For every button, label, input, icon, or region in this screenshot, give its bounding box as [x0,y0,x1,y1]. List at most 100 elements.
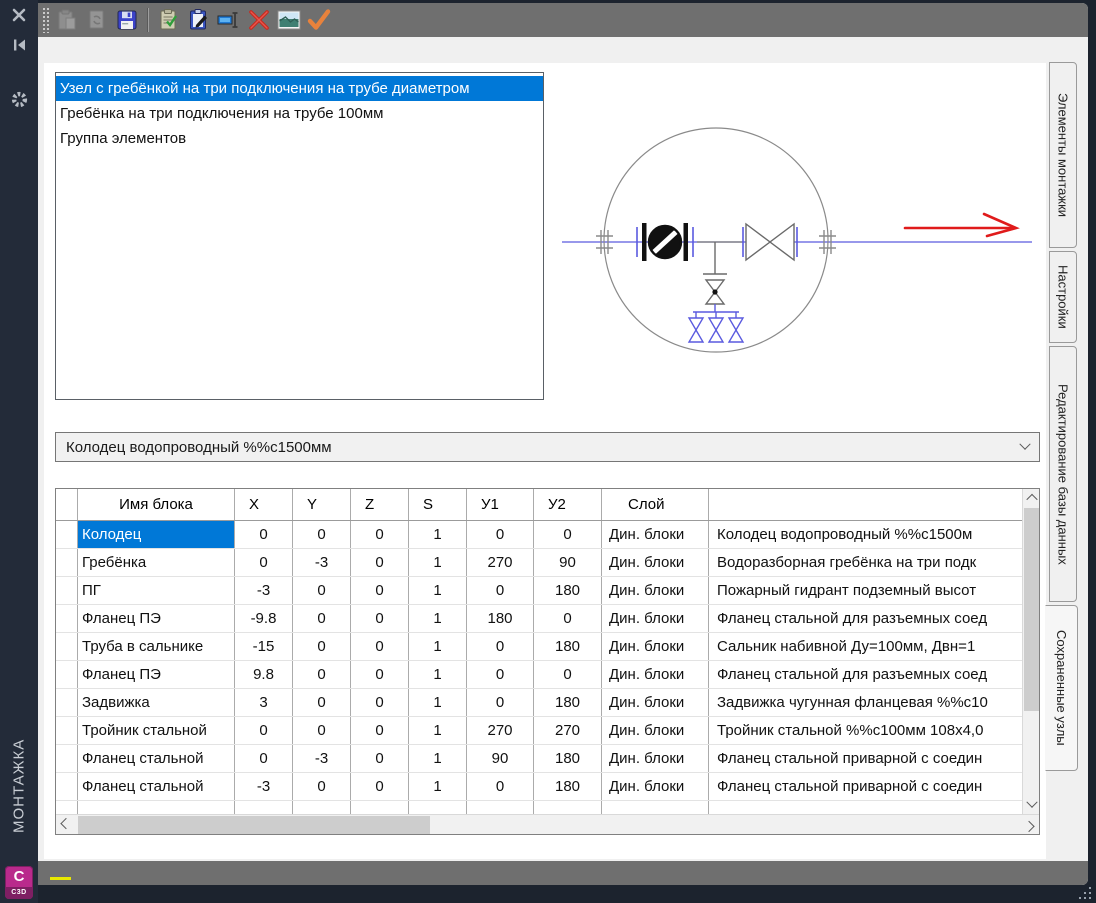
table-cell[interactable]: Дин. блоки [602,549,709,576]
table-cell[interactable]: 0 [467,577,534,604]
table-cell[interactable]: 0 [351,745,409,772]
table-cell[interactable]: 180 [534,745,602,772]
edit-table-button[interactable] [185,6,213,34]
rename-button[interactable] [215,6,243,34]
table-cell[interactable]: -3 [293,549,351,576]
resize-grip[interactable] [1077,885,1091,899]
table-horizontal-scrollbar[interactable] [56,814,1039,834]
table-cell[interactable]: 1 [409,577,467,604]
tab-1[interactable]: Элементы монтажки [1049,62,1077,248]
table-cell[interactable]: 1 [409,549,467,576]
toolbar-grip[interactable] [42,7,49,33]
table-cell[interactable]: 0 [235,745,293,772]
table-cell[interactable]: Дин. блоки [602,661,709,688]
table-cell[interactable]: -3 [235,773,293,800]
header-name[interactable]: Имя блока [78,489,235,520]
table-cell[interactable]: Пожарный гидрант подземный высот [709,577,1022,604]
table-cell[interactable]: 180 [467,605,534,632]
table-cell[interactable]: 0 [534,661,602,688]
table-cell[interactable]: 1 [409,521,467,548]
table-cell[interactable]: 1 [409,661,467,688]
table-cell[interactable]: 0 [467,689,534,716]
table-vertical-scrollbar[interactable] [1022,489,1039,814]
table-cell[interactable]: Фланец стальной для разъемных соед [709,605,1022,632]
table-cell[interactable]: Фланец стальной [78,745,235,772]
table-cell[interactable]: 9.8 [235,661,293,688]
table-cell[interactable]: 0 [351,661,409,688]
scroll-down-button[interactable] [1023,796,1040,814]
header-u1[interactable]: У1 [467,489,534,520]
scroll-right-button[interactable] [1019,815,1039,835]
image-button[interactable] [275,6,303,34]
replace-button[interactable] [83,6,111,34]
table-cell[interactable]: Труба в сальнике [78,633,235,660]
table-cell[interactable]: Дин. блоки [602,633,709,660]
table-cell[interactable]: Задвижка чугунная фланцевая %%с10 [709,689,1022,716]
table-cell[interactable]: 0 [351,633,409,660]
table-cell[interactable]: 0 [351,605,409,632]
table-cell[interactable]: 0 [293,633,351,660]
table-cell[interactable]: Дин. блоки [602,689,709,716]
row-selector[interactable] [56,689,78,716]
table-cell[interactable]: 0 [351,689,409,716]
header-desc[interactable] [709,489,1022,520]
table-cell[interactable]: Фланец ПЭ [78,661,235,688]
header-z[interactable]: Z [351,489,409,520]
table-cell[interactable]: Дин. блоки [602,773,709,800]
table-cell[interactable]: 180 [534,633,602,660]
apply-button[interactable] [305,6,333,34]
header-y[interactable]: Y [293,489,351,520]
block-dropdown[interactable]: Колодец водопроводный %%с1500мм [55,432,1040,462]
table-cell[interactable]: Дин. блоки [602,717,709,744]
table-cell[interactable]: Фланец стальной приварной с соедин [709,745,1022,772]
table-cell[interactable]: Дин. блоки [602,605,709,632]
table-cell[interactable]: Фланец стальной приварной с соедин [709,773,1022,800]
table-cell[interactable]: 0 [467,521,534,548]
table-cell[interactable]: 0 [534,605,602,632]
save-button[interactable] [113,6,141,34]
table-cell[interactable]: Задвижка [78,689,235,716]
table-cell[interactable]: 0 [467,773,534,800]
saved-node-item[interactable]: Группа элементов [56,126,543,151]
header-s[interactable]: S [409,489,467,520]
table-cell[interactable]: 0 [293,605,351,632]
table-cell[interactable]: Тройник стальной %%с100мм 108х4,0 [709,717,1022,744]
table-cell[interactable]: ПГ [78,577,235,604]
table-cell[interactable]: 1 [409,689,467,716]
table-cell[interactable]: 0 [467,661,534,688]
table-cell[interactable]: 0 [351,549,409,576]
header-x[interactable]: X [235,489,293,520]
settings-button[interactable] [0,84,38,114]
header-u2[interactable]: У2 [534,489,602,520]
table-cell[interactable]: Дин. блоки [602,577,709,604]
vertical-scroll-thumb[interactable] [1024,508,1039,711]
table-cell[interactable]: 0 [293,661,351,688]
row-selector[interactable] [56,633,78,660]
table-cell[interactable]: 0 [293,717,351,744]
saved-node-item[interactable]: Узел с гребёнкой на три подключения на т… [56,76,543,101]
table-cell[interactable]: -15 [235,633,293,660]
table-cell[interactable]: 1 [409,745,467,772]
table-cell[interactable]: Колодец водопроводный %%с1500м [709,521,1022,548]
table-cell[interactable]: Фланец стальной для разъемных соед [709,661,1022,688]
check-list-button[interactable] [155,6,183,34]
table-cell[interactable]: Гребёнка [78,549,235,576]
table-cell[interactable]: 0 [351,577,409,604]
row-selector[interactable] [56,577,78,604]
table-cell[interactable]: 270 [467,549,534,576]
table-cell[interactable]: Фланец стальной [78,773,235,800]
row-selector[interactable] [56,661,78,688]
table-cell[interactable]: 3 [235,689,293,716]
paste-button[interactable] [53,6,81,34]
table-cell[interactable]: 0 [351,773,409,800]
table-cell[interactable]: 0 [235,717,293,744]
horizontal-scroll-thumb[interactable] [78,816,430,834]
table-cell[interactable]: 0 [235,521,293,548]
table-cell[interactable]: 0 [351,717,409,744]
table-cell[interactable]: 0 [293,689,351,716]
table-cell[interactable]: 1 [409,605,467,632]
table-cell[interactable]: Дин. блоки [602,745,709,772]
table-cell[interactable]: 90 [534,549,602,576]
tab-3[interactable]: Редактирование базы данных [1049,346,1077,602]
scroll-up-button[interactable] [1023,489,1040,507]
